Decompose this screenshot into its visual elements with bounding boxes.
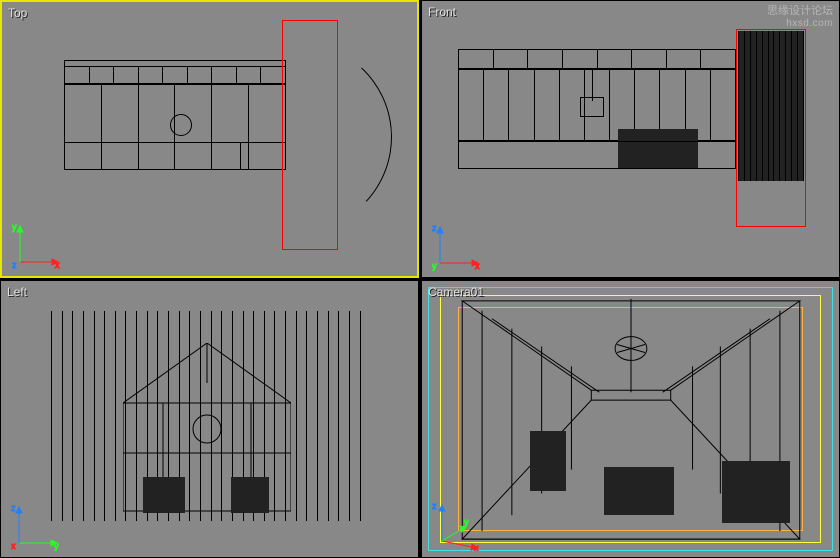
svg-text:z: z <box>12 260 17 270</box>
svg-text:z: z <box>432 223 437 233</box>
viewport-camera[interactable]: Camera01 <box>421 280 840 558</box>
panel-left[interactable] <box>530 431 566 491</box>
viewport-label-camera: Camera01 <box>428 285 484 299</box>
svg-text:x: x <box>475 261 480 271</box>
floor-band[interactable] <box>458 141 736 169</box>
cabinet-right[interactable] <box>722 461 790 523</box>
viewport-label-top: Top <box>8 6 27 20</box>
watermark-url: hxsd.com <box>767 18 833 30</box>
viewport-left[interactable]: Left y z x <box>0 280 419 558</box>
cornice-slots <box>458 49 736 69</box>
viewport-front[interactable]: Front 思缘设计论坛 hxsd.com x z y <box>421 0 840 278</box>
watermark: 思缘设计论坛 hxsd.com <box>767 5 833 30</box>
table-persp[interactable] <box>604 467 674 515</box>
viewport-label-front: Front <box>428 5 456 19</box>
chandelier-top[interactable] <box>170 114 192 136</box>
viewport-grid: Top x y z Front 思缘设计论坛 hxsd.com <box>0 0 840 558</box>
furniture-left-a[interactable] <box>143 477 185 513</box>
svg-text:x: x <box>11 541 16 551</box>
axis-gizmo-left: y z x <box>11 501 61 551</box>
furniture-left-b[interactable] <box>231 477 269 513</box>
axis-gizmo-camera: x z y <box>432 501 482 551</box>
svg-text:y: y <box>12 222 17 232</box>
svg-text:y: y <box>54 541 59 551</box>
svg-text:x: x <box>55 260 60 270</box>
svg-text:y: y <box>464 517 469 527</box>
svg-text:z: z <box>11 503 16 513</box>
viewport-label-left: Left <box>7 285 27 299</box>
svg-text:x: x <box>474 543 479 551</box>
axis-gizmo-front: x z y <box>432 221 482 271</box>
svg-text:y: y <box>432 261 437 271</box>
selection-bbox[interactable] <box>282 20 338 250</box>
chandelier-front[interactable] <box>580 97 604 117</box>
viewport-top[interactable]: Top x y z <box>0 0 419 278</box>
selection-bbox-front[interactable] <box>736 29 806 227</box>
svg-text:z: z <box>432 501 437 511</box>
axis-gizmo-top: x y z <box>12 220 62 270</box>
watermark-text: 思缘设计论坛 <box>767 5 833 18</box>
